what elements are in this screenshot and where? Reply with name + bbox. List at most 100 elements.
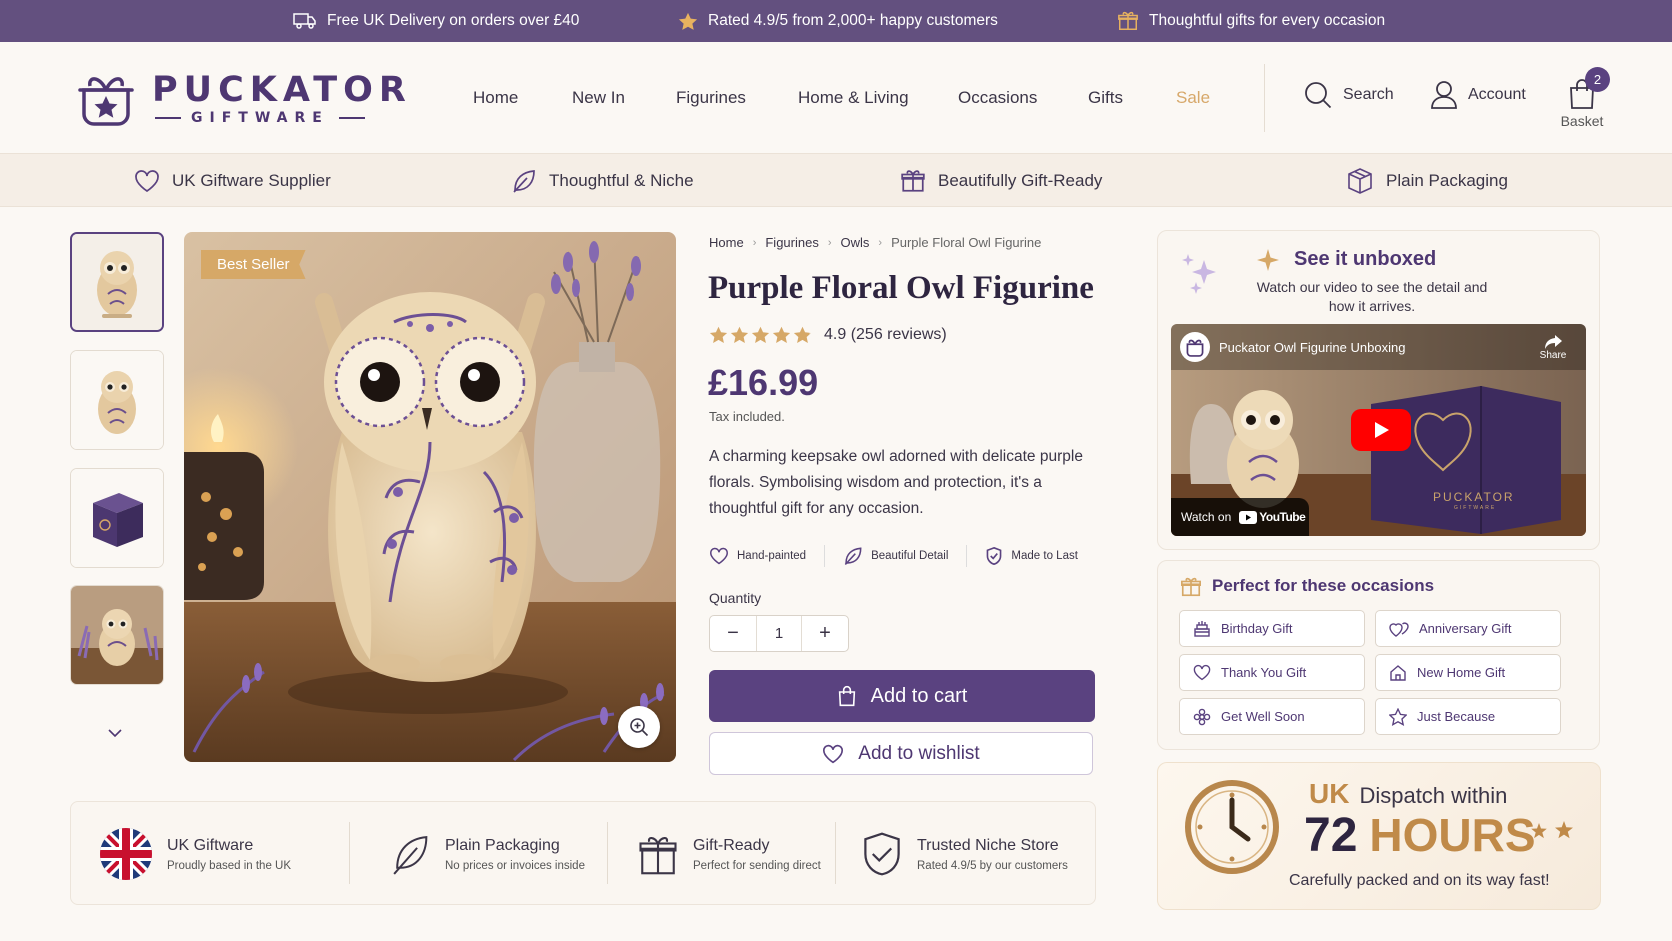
add-to-wishlist-label: Add to wishlist xyxy=(858,742,980,764)
leaf-icon xyxy=(843,546,863,566)
quantity-decrease-button[interactable]: − xyxy=(710,616,756,651)
sparkle-icon xyxy=(1176,250,1224,298)
heart-icon xyxy=(134,169,160,193)
trust-sub: Proudly based in the UK xyxy=(167,859,292,872)
thumbnail-2[interactable] xyxy=(70,350,164,450)
search-button[interactable]: Search xyxy=(1303,80,1394,110)
occasion-just-because[interactable]: Just Because xyxy=(1375,698,1561,735)
watch-on-youtube-button[interactable]: Watch on YouTube xyxy=(1171,498,1309,536)
best-seller-badge: Best Seller xyxy=(201,250,306,279)
trust-title: Trusted Niche Store xyxy=(917,836,1059,854)
product-main-image[interactable]: Best Seller xyxy=(184,232,676,762)
rating-message: Rated 4.9/5 from 2,000+ happy customers xyxy=(678,0,998,42)
basket-label: Basket xyxy=(1560,113,1604,129)
nav-new-in[interactable]: New In xyxy=(572,88,625,108)
uk-flag-icon xyxy=(99,827,153,881)
dispatch-note: Carefully packed and on its way fast! xyxy=(1289,872,1550,889)
product-features: Hand-painted Beautiful Detail Made to La… xyxy=(709,544,1078,568)
unboxing-video-player[interactable]: Puckator Owl Figurine Unboxing Share Wat… xyxy=(1171,324,1586,536)
nav-occasions[interactable]: Occasions xyxy=(958,88,1037,108)
breadcrumb-figurines[interactable]: Figurines xyxy=(765,235,818,250)
stars-decoration-icon xyxy=(1530,820,1576,842)
account-label: Account xyxy=(1468,86,1526,103)
star-outline-icon xyxy=(1389,707,1407,726)
brand-name[interactable]: PUCKATOR xyxy=(152,70,412,110)
logo-icon[interactable] xyxy=(74,66,138,130)
occasion-birthday[interactable]: Birthday Gift xyxy=(1179,610,1365,647)
nav-figurines[interactable]: Figurines xyxy=(676,88,746,108)
occasion-get-well[interactable]: Get Well Soon xyxy=(1179,698,1365,735)
user-icon xyxy=(1430,80,1458,110)
star-icon xyxy=(793,326,812,343)
heart-icon xyxy=(822,744,844,764)
trust-title: UK Giftware xyxy=(167,836,254,854)
announcement-bar: Free UK Delivery on orders over £40 Rate… xyxy=(0,0,1672,42)
feature-label: Made to Last xyxy=(1011,550,1078,562)
share-button[interactable]: Share xyxy=(1537,334,1569,361)
add-to-wishlist-button[interactable]: Add to wishlist xyxy=(709,732,1093,775)
trust-gift-ready: Gift-Ready Perfect for sending direct xyxy=(637,802,821,906)
quantity-input[interactable]: 1 xyxy=(756,616,802,651)
add-to-cart-label: Add to cart xyxy=(870,684,968,707)
nav-home-living[interactable]: Home & Living xyxy=(798,88,909,108)
feature-beautiful-detail: Beautiful Detail xyxy=(843,546,948,566)
nav-sale[interactable]: Sale xyxy=(1176,88,1210,108)
zoom-button[interactable] xyxy=(618,706,660,748)
dispatch-uk: UK xyxy=(1309,778,1350,809)
dispatch-within: Dispatch within xyxy=(1359,783,1508,808)
occasion-label: New Home Gift xyxy=(1417,665,1506,680)
share-icon xyxy=(1537,334,1569,350)
leaf-icon xyxy=(391,831,431,877)
nav-home[interactable]: Home xyxy=(473,88,518,108)
occasion-new-home[interactable]: New Home Gift xyxy=(1375,654,1561,691)
star-icon xyxy=(751,326,770,343)
occasion-anniversary[interactable]: Anniversary Gift xyxy=(1375,610,1561,647)
occasions-title: Perfect for these occasions xyxy=(1212,576,1435,595)
delivery-text: Free UK Delivery on orders over £40 xyxy=(327,12,580,29)
add-to-cart-button[interactable]: Add to cart xyxy=(709,670,1095,722)
chevron-right-icon: › xyxy=(827,236,832,249)
breadcrumb-home[interactable]: Home xyxy=(709,235,744,250)
video-title[interactable]: Puckator Owl Figurine Unboxing xyxy=(1219,340,1405,355)
account-button[interactable]: Account xyxy=(1430,80,1526,110)
thumbnail-3[interactable] xyxy=(70,468,164,568)
occasion-label: Birthday Gift xyxy=(1221,621,1293,636)
channel-avatar[interactable] xyxy=(1180,332,1210,362)
play-button[interactable] xyxy=(1351,409,1411,451)
trust-title: Gift-Ready xyxy=(693,836,770,854)
dispatch-heading: UK Dispatch within xyxy=(1309,778,1507,810)
trust-niche-store: Trusted Niche Store Rated 4.9/5 by our cu… xyxy=(861,802,1068,906)
occasion-label: Anniversary Gift xyxy=(1419,621,1512,636)
thumbnail-1[interactable] xyxy=(70,232,164,332)
chevron-right-icon: › xyxy=(752,236,757,249)
trust-uk-giftware: UK Giftware Proudly based in the UK xyxy=(99,802,291,906)
occasion-thank-you[interactable]: Thank You Gift xyxy=(1179,654,1365,691)
hearts-icon xyxy=(1389,620,1409,638)
gift-icon xyxy=(900,168,926,194)
quantity-increase-button[interactable]: + xyxy=(802,616,848,651)
feature-label: Hand-painted xyxy=(737,550,807,562)
feature-hand-painted: Hand-painted xyxy=(709,547,806,565)
heart-icon xyxy=(1193,664,1211,681)
box-brand: PUCKATOR xyxy=(1433,490,1515,504)
watch-on-label: Watch on xyxy=(1181,510,1232,524)
dispatch-time: 72 HOURS xyxy=(1304,808,1536,863)
trust-plain-packaging: Plain Packaging No prices or invoices ins… xyxy=(391,802,585,906)
thumbnail-4[interactable] xyxy=(70,585,164,685)
usp-plain-packaging: Plain Packaging xyxy=(1346,154,1508,208)
star-icon xyxy=(730,326,749,343)
cake-icon xyxy=(1193,620,1211,638)
nav-gifts[interactable]: Gifts xyxy=(1088,88,1123,108)
header-divider xyxy=(1264,64,1265,132)
occasion-label: Get Well Soon xyxy=(1221,709,1305,724)
product-rating[interactable]: 4.9 (256 reviews) xyxy=(709,326,947,344)
feature-made-to-last: Made to Last xyxy=(985,546,1078,566)
chevron-down-icon[interactable] xyxy=(107,728,123,738)
dispatch-unit: HOURS xyxy=(1369,809,1536,861)
breadcrumb-owls[interactable]: Owls xyxy=(841,235,870,250)
play-icon xyxy=(1372,421,1390,439)
unboxed-subtitle: Watch our video to see the detail and ho… xyxy=(1256,279,1488,314)
youtube-label: YouTube xyxy=(1259,510,1306,524)
share-label: Share xyxy=(1539,350,1567,361)
star-icon xyxy=(709,326,728,343)
